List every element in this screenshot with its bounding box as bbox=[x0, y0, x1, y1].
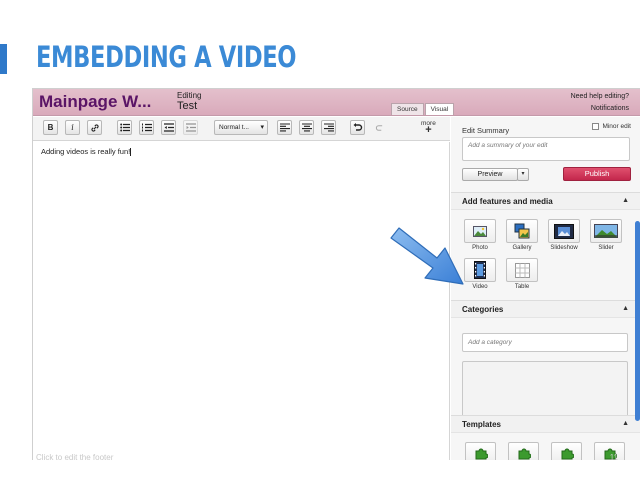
align-right-button[interactable] bbox=[321, 120, 336, 135]
editor-mode-tabs: Source Visual bbox=[391, 103, 455, 115]
template-item[interactable] bbox=[551, 442, 582, 460]
paragraph-format-select[interactable]: Normal t... ▾ bbox=[214, 120, 268, 135]
align-left-button[interactable] bbox=[277, 120, 292, 135]
wiki-editor-screenshot: Mainpage W... Editing Test Source Visual… bbox=[32, 88, 640, 460]
feature-gallery[interactable]: Gallery bbox=[505, 219, 539, 253]
slide: EMBEDDING A VIDEO Mainpage W... Editing … bbox=[0, 0, 640, 480]
feature-slideshow-label: Slideshow bbox=[550, 245, 578, 251]
undo-icon bbox=[353, 123, 362, 131]
numbered-list-icon bbox=[141, 123, 152, 132]
feature-gallery-tile bbox=[506, 219, 538, 243]
link-icon bbox=[90, 123, 99, 132]
redo-icon bbox=[375, 124, 383, 131]
chevron-down-icon: ▾ bbox=[521, 171, 525, 177]
bullet-list-button[interactable] bbox=[117, 120, 132, 135]
slide-footer: Click to edit the footer bbox=[36, 453, 114, 462]
preview-dropdown-button[interactable]: ▾ bbox=[517, 168, 529, 181]
text-cursor bbox=[130, 148, 132, 157]
editing-info: Editing Test bbox=[177, 90, 201, 112]
bold-button[interactable]: B bbox=[43, 120, 58, 135]
edit-sidebar: Edit Summary Minor edit Add a summary of… bbox=[451, 117, 640, 460]
feature-gallery-label: Gallery bbox=[512, 245, 532, 251]
template-item[interactable] bbox=[465, 442, 496, 460]
preview-button[interactable]: Preview bbox=[462, 168, 518, 181]
align-center-button[interactable] bbox=[299, 120, 314, 135]
editor-toolbar: B i Normal t... ▾ more + bbox=[33, 117, 450, 141]
feature-slider[interactable]: Slider bbox=[589, 219, 623, 253]
italic-button[interactable]: i bbox=[65, 120, 80, 135]
publish-button[interactable]: Publish bbox=[563, 167, 631, 181]
collapse-arrow-icon: ▲ bbox=[622, 305, 629, 312]
bullet-list-icon bbox=[119, 123, 130, 132]
slide-title: EMBEDDING A VIDEO bbox=[36, 40, 297, 74]
redo-button[interactable] bbox=[372, 120, 387, 135]
edit-summary-label: Edit Summary bbox=[462, 126, 510, 135]
format-select-value: Normal t... bbox=[219, 124, 249, 131]
table-icon bbox=[514, 262, 530, 278]
video-icon bbox=[474, 261, 486, 279]
minor-edit-checkbox[interactable] bbox=[592, 123, 600, 130]
plus-icon: + bbox=[425, 124, 432, 136]
link-button[interactable] bbox=[87, 120, 102, 135]
minor-edit-label: Minor edit bbox=[602, 123, 631, 130]
align-center-icon bbox=[301, 123, 312, 132]
need-help-link[interactable]: Need help editing? bbox=[571, 91, 629, 103]
more-button[interactable]: more + bbox=[421, 120, 436, 136]
feature-table-label: Table bbox=[514, 284, 530, 290]
photo-icon bbox=[473, 225, 487, 237]
editing-article-title: Test bbox=[177, 100, 198, 112]
features-heading: Add features and media bbox=[462, 197, 553, 206]
editor-text: Adding videos is really fun! bbox=[41, 147, 132, 157]
indent-icon bbox=[185, 123, 196, 132]
header-links: Need help editing? Notifications bbox=[571, 91, 629, 115]
feature-slideshow[interactable]: Slideshow bbox=[547, 219, 581, 253]
feature-table-tile bbox=[506, 258, 538, 282]
chevron-down-icon: ▾ bbox=[260, 124, 264, 131]
outdent-icon bbox=[163, 123, 174, 132]
editor-content-area[interactable]: Adding videos is really fun! bbox=[33, 142, 450, 460]
undo-button[interactable] bbox=[350, 120, 365, 135]
title-accent-bar bbox=[0, 44, 7, 74]
templates-section-header[interactable]: Templates ▲ bbox=[451, 415, 640, 433]
puzzle-piece-icon bbox=[518, 448, 531, 460]
slideshow-icon bbox=[554, 223, 574, 239]
feature-slider-label: Slider bbox=[598, 245, 614, 251]
edit-summary-input[interactable]: Add a summary of your edit bbox=[462, 137, 630, 161]
features-section-header[interactable]: Add features and media ▲ bbox=[451, 192, 640, 210]
collapse-arrow-icon: ▲ bbox=[622, 197, 629, 204]
categories-heading: Categories bbox=[462, 305, 504, 314]
collapse-arrow-icon: ▲ bbox=[622, 420, 629, 427]
category-list bbox=[462, 361, 628, 421]
align-left-icon bbox=[279, 123, 290, 132]
sidebar-scrollbar[interactable] bbox=[635, 221, 640, 421]
slider-icon bbox=[594, 224, 618, 238]
indent-button[interactable] bbox=[183, 120, 198, 135]
feature-slideshow-tile bbox=[548, 219, 580, 243]
minor-edit-toggle[interactable]: Minor edit bbox=[592, 123, 631, 130]
category-input[interactable]: Add a category bbox=[462, 333, 628, 352]
tab-source[interactable]: Source bbox=[391, 103, 424, 115]
feature-slider-tile bbox=[590, 219, 622, 243]
wiki-header: Mainpage W... Editing Test Source Visual… bbox=[33, 89, 640, 116]
template-item[interactable] bbox=[508, 442, 539, 460]
gallery-icon bbox=[514, 223, 530, 239]
editor-paragraph: Adding videos is really fun! bbox=[41, 147, 131, 156]
templates-heading: Templates bbox=[462, 420, 501, 429]
pointer-arrow-icon bbox=[390, 227, 464, 285]
puzzle-piece-icon bbox=[475, 448, 488, 460]
categories-section-header[interactable]: Categories ▲ bbox=[451, 300, 640, 318]
feature-table[interactable]: Table bbox=[505, 258, 539, 292]
wiki-page-name[interactable]: Mainpage W... bbox=[39, 92, 151, 112]
align-right-icon bbox=[323, 123, 334, 132]
tab-visual[interactable]: Visual bbox=[424, 103, 455, 115]
outdent-button[interactable] bbox=[161, 120, 176, 135]
notifications-link[interactable]: Notifications bbox=[571, 103, 629, 115]
puzzle-piece-icon bbox=[561, 448, 574, 460]
numbered-list-button[interactable] bbox=[139, 120, 154, 135]
slide-number: 11 bbox=[609, 453, 618, 462]
